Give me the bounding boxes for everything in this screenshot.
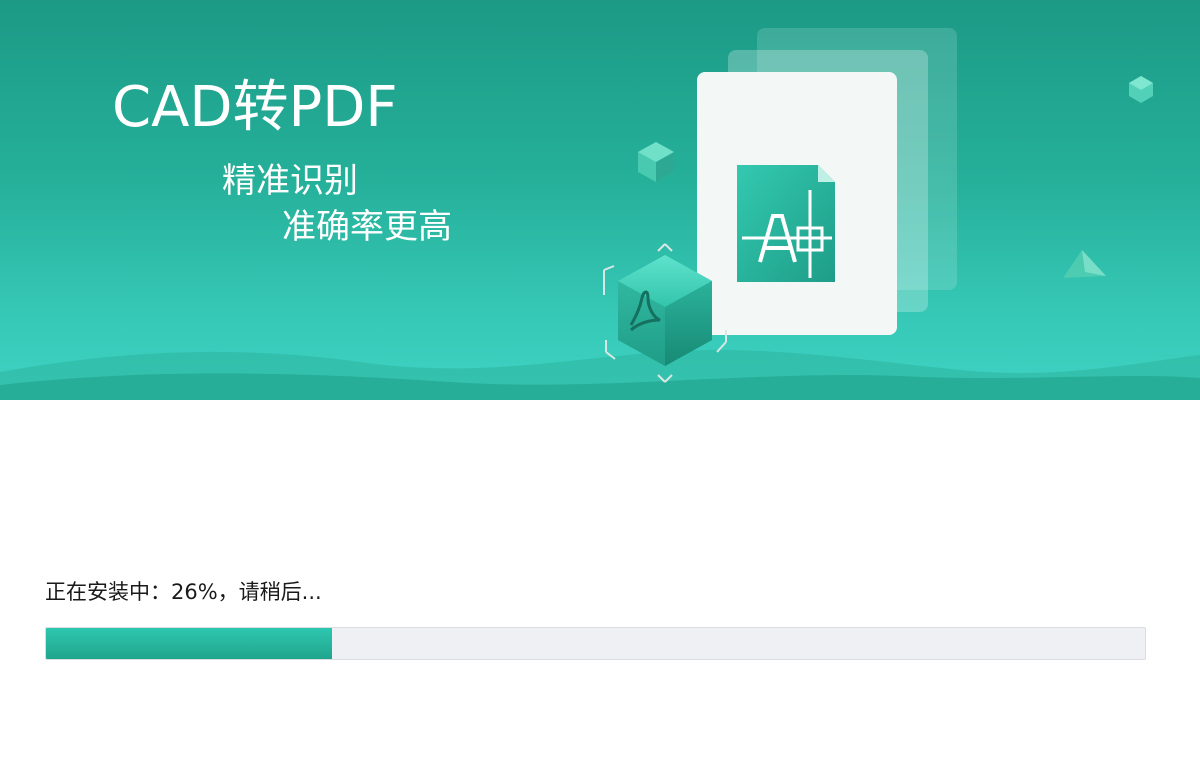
banner-title: CAD转PDF: [112, 75, 398, 140]
banner-subtitle-line1: 精准识别: [222, 161, 358, 201]
install-status-text: 正在安装中：26%，请稍后...: [45, 580, 322, 604]
install-progress-fill: [46, 628, 332, 659]
cad-file-icon: [737, 165, 835, 282]
installer-banner: CAD转PDF 精准识别 准确率更高: [0, 0, 1200, 400]
banner-subtitle-line2: 准确率更高: [282, 207, 452, 247]
banner-illustration: [0, 28, 1200, 400]
install-progress-bar: [45, 627, 1146, 660]
